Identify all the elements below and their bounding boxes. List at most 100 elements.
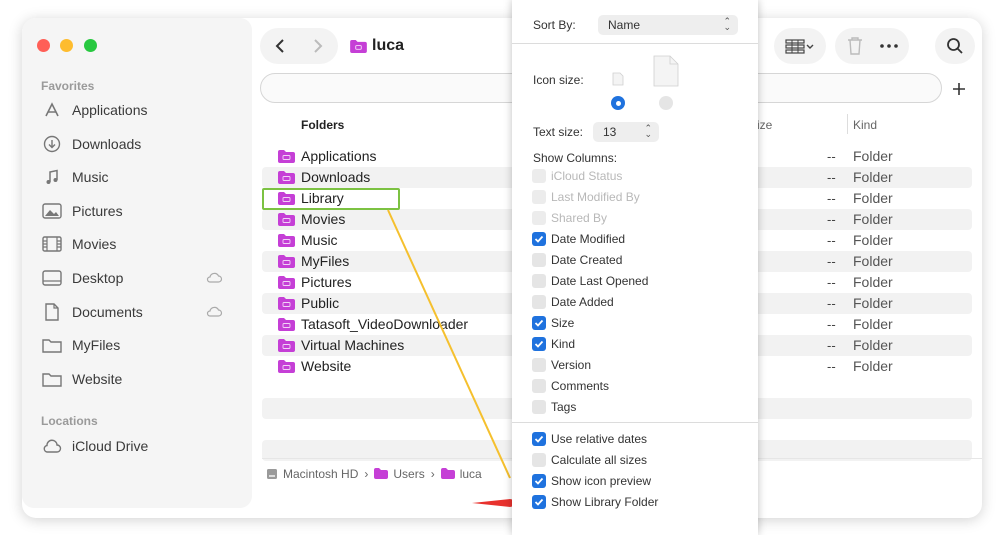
sidebar-item-downloads[interactable]: Downloads <box>41 131 241 157</box>
checkbox-date-added[interactable]: Date Added <box>532 293 614 311</box>
sidebar-item-label: Pictures <box>72 203 123 219</box>
sidebar-item-myfiles[interactable]: MyFiles <box>41 332 241 358</box>
sidebar-item-applications[interactable]: Applications <box>41 97 241 123</box>
trash-button[interactable] <box>838 28 872 64</box>
checkbox-box <box>532 337 546 351</box>
sidebar-item-pictures[interactable]: Pictures <box>41 198 241 224</box>
view-options-button[interactable] <box>774 28 826 64</box>
sidebar-item-movies[interactable]: Movies <box>41 231 241 257</box>
row-name-text: Virtual Machines <box>301 337 405 353</box>
icon-size-label: Icon size: <box>533 73 584 87</box>
checkbox-comments[interactable]: Comments <box>532 377 609 395</box>
folder-icon <box>350 39 367 53</box>
row-kind: Folder <box>853 358 893 374</box>
forward-button[interactable] <box>299 28 337 64</box>
checkbox-date-created[interactable]: Date Created <box>532 251 622 269</box>
checkbox-label: Shared By <box>551 211 608 225</box>
folder-icon <box>278 359 295 373</box>
new-tab-button[interactable] <box>944 75 974 103</box>
text-size-select[interactable]: 13 ⌃ ⌄ <box>593 122 659 142</box>
checkbox-date-modified[interactable]: Date Modified <box>532 230 625 248</box>
text-size-value: 13 <box>603 125 617 139</box>
checkbox-box <box>532 295 546 309</box>
row-kind: Folder <box>853 253 893 269</box>
checkbox-size[interactable]: Size <box>532 314 574 332</box>
checkbox-box <box>532 274 546 288</box>
sidebar-item-label: iCloud Drive <box>72 438 149 454</box>
chevron-right-icon: › <box>430 466 435 481</box>
row-name-text: Movies <box>301 211 346 227</box>
sidebar-item-label: Movies <box>72 236 117 252</box>
checkbox-show-library-folder[interactable]: Show Library Folder <box>532 493 658 511</box>
checkbox-show-icon-preview[interactable]: Show icon preview <box>532 472 651 490</box>
checkbox-shared-by: Shared By <box>532 209 607 227</box>
downloads-icon <box>41 135 63 153</box>
row-size: -- <box>827 359 836 374</box>
checkbox-box <box>532 432 546 446</box>
sidebar-item-icloud-drive[interactable]: iCloud Drive <box>41 433 241 459</box>
list-view-icon <box>785 39 814 54</box>
zoom-window-button[interactable] <box>84 39 97 52</box>
documents-icon <box>41 303 63 321</box>
column-header-size[interactable]: ize <box>757 118 772 132</box>
folder-icon <box>278 254 295 268</box>
path-item-luca[interactable]: luca <box>440 467 482 481</box>
close-window-button[interactable] <box>37 39 50 52</box>
column-separator[interactable] <box>847 114 848 134</box>
checkbox-tags[interactable]: Tags <box>532 398 576 416</box>
pictures-icon <box>41 202 63 220</box>
chevron-right-icon: › <box>364 466 369 481</box>
plus-icon <box>953 83 965 95</box>
back-button[interactable] <box>261 28 299 64</box>
sidebar-item-label: Website <box>72 371 123 387</box>
row-size: -- <box>827 149 836 164</box>
locations-section-label: Locations <box>41 414 98 428</box>
checkbox-calculate-all-sizes[interactable]: Calculate all sizes <box>532 451 647 469</box>
row-size: -- <box>827 275 836 290</box>
icon-size-large-radio[interactable] <box>659 96 673 110</box>
text-size-label: Text size: <box>533 125 584 139</box>
path-item-macintosh-hd[interactable]: Macintosh HD <box>266 467 358 481</box>
row-kind: Folder <box>853 148 893 164</box>
more-button[interactable] <box>872 28 906 64</box>
checkbox-version[interactable]: Version <box>532 356 591 374</box>
row-name: Tatasoft_VideoDownloader <box>278 316 468 332</box>
folder-icon <box>440 468 455 479</box>
sidebar-item-website[interactable]: Website <box>41 366 241 392</box>
updown-chevron-icon: ⌃ ⌄ <box>644 123 652 139</box>
view-options-panel: Sort By: Name ⌃ ⌄ Icon size: Text size: 1… <box>512 0 758 535</box>
sidebar-item-desktop[interactable]: Desktop <box>41 265 241 291</box>
row-size: -- <box>827 212 836 227</box>
checkbox-label: Kind <box>551 337 576 351</box>
checkbox-label: Date Created <box>551 253 623 267</box>
path-item-label: Users <box>393 466 425 481</box>
ellipsis-icon <box>880 44 898 48</box>
checkbox-box <box>532 474 546 488</box>
row-size: -- <box>827 233 836 248</box>
column-header-kind[interactable]: Kind <box>853 118 877 132</box>
checkbox-label: Size <box>551 316 575 330</box>
sidebar: Favorites Applications Downloads Music P… <box>22 18 252 508</box>
delete-more-group <box>835 28 909 64</box>
sidebar-item-music[interactable]: Music <box>41 164 241 190</box>
sidebar-item-label: Music <box>72 169 109 185</box>
checkbox-box <box>532 316 546 330</box>
checkbox-label: Date Added <box>551 295 614 309</box>
column-header-name[interactable]: Folders <box>301 118 344 132</box>
checkbox-date-last-opened[interactable]: Date Last Opened <box>532 272 648 290</box>
sidebar-item-documents[interactable]: Documents <box>41 299 241 325</box>
checkbox-kind[interactable]: Kind <box>532 335 575 353</box>
icon-size-small-radio[interactable] <box>611 96 625 110</box>
checkbox-box <box>532 169 546 183</box>
checkbox-use-relative-dates[interactable]: Use relative dates <box>532 430 647 448</box>
path-item-users[interactable]: Users <box>374 466 425 481</box>
checkbox-label: Show Library Folder <box>551 495 659 509</box>
sort-by-select[interactable]: Name ⌃ ⌄ <box>598 15 738 35</box>
checkbox-label: Show icon preview <box>551 474 652 488</box>
row-name-text: Music <box>301 232 338 248</box>
row-name-text: Downloads <box>301 169 371 185</box>
search-button[interactable] <box>935 28 975 64</box>
checkbox-label: Comments <box>551 379 610 393</box>
folder-icon <box>278 170 295 184</box>
minimize-window-button[interactable] <box>60 39 73 52</box>
